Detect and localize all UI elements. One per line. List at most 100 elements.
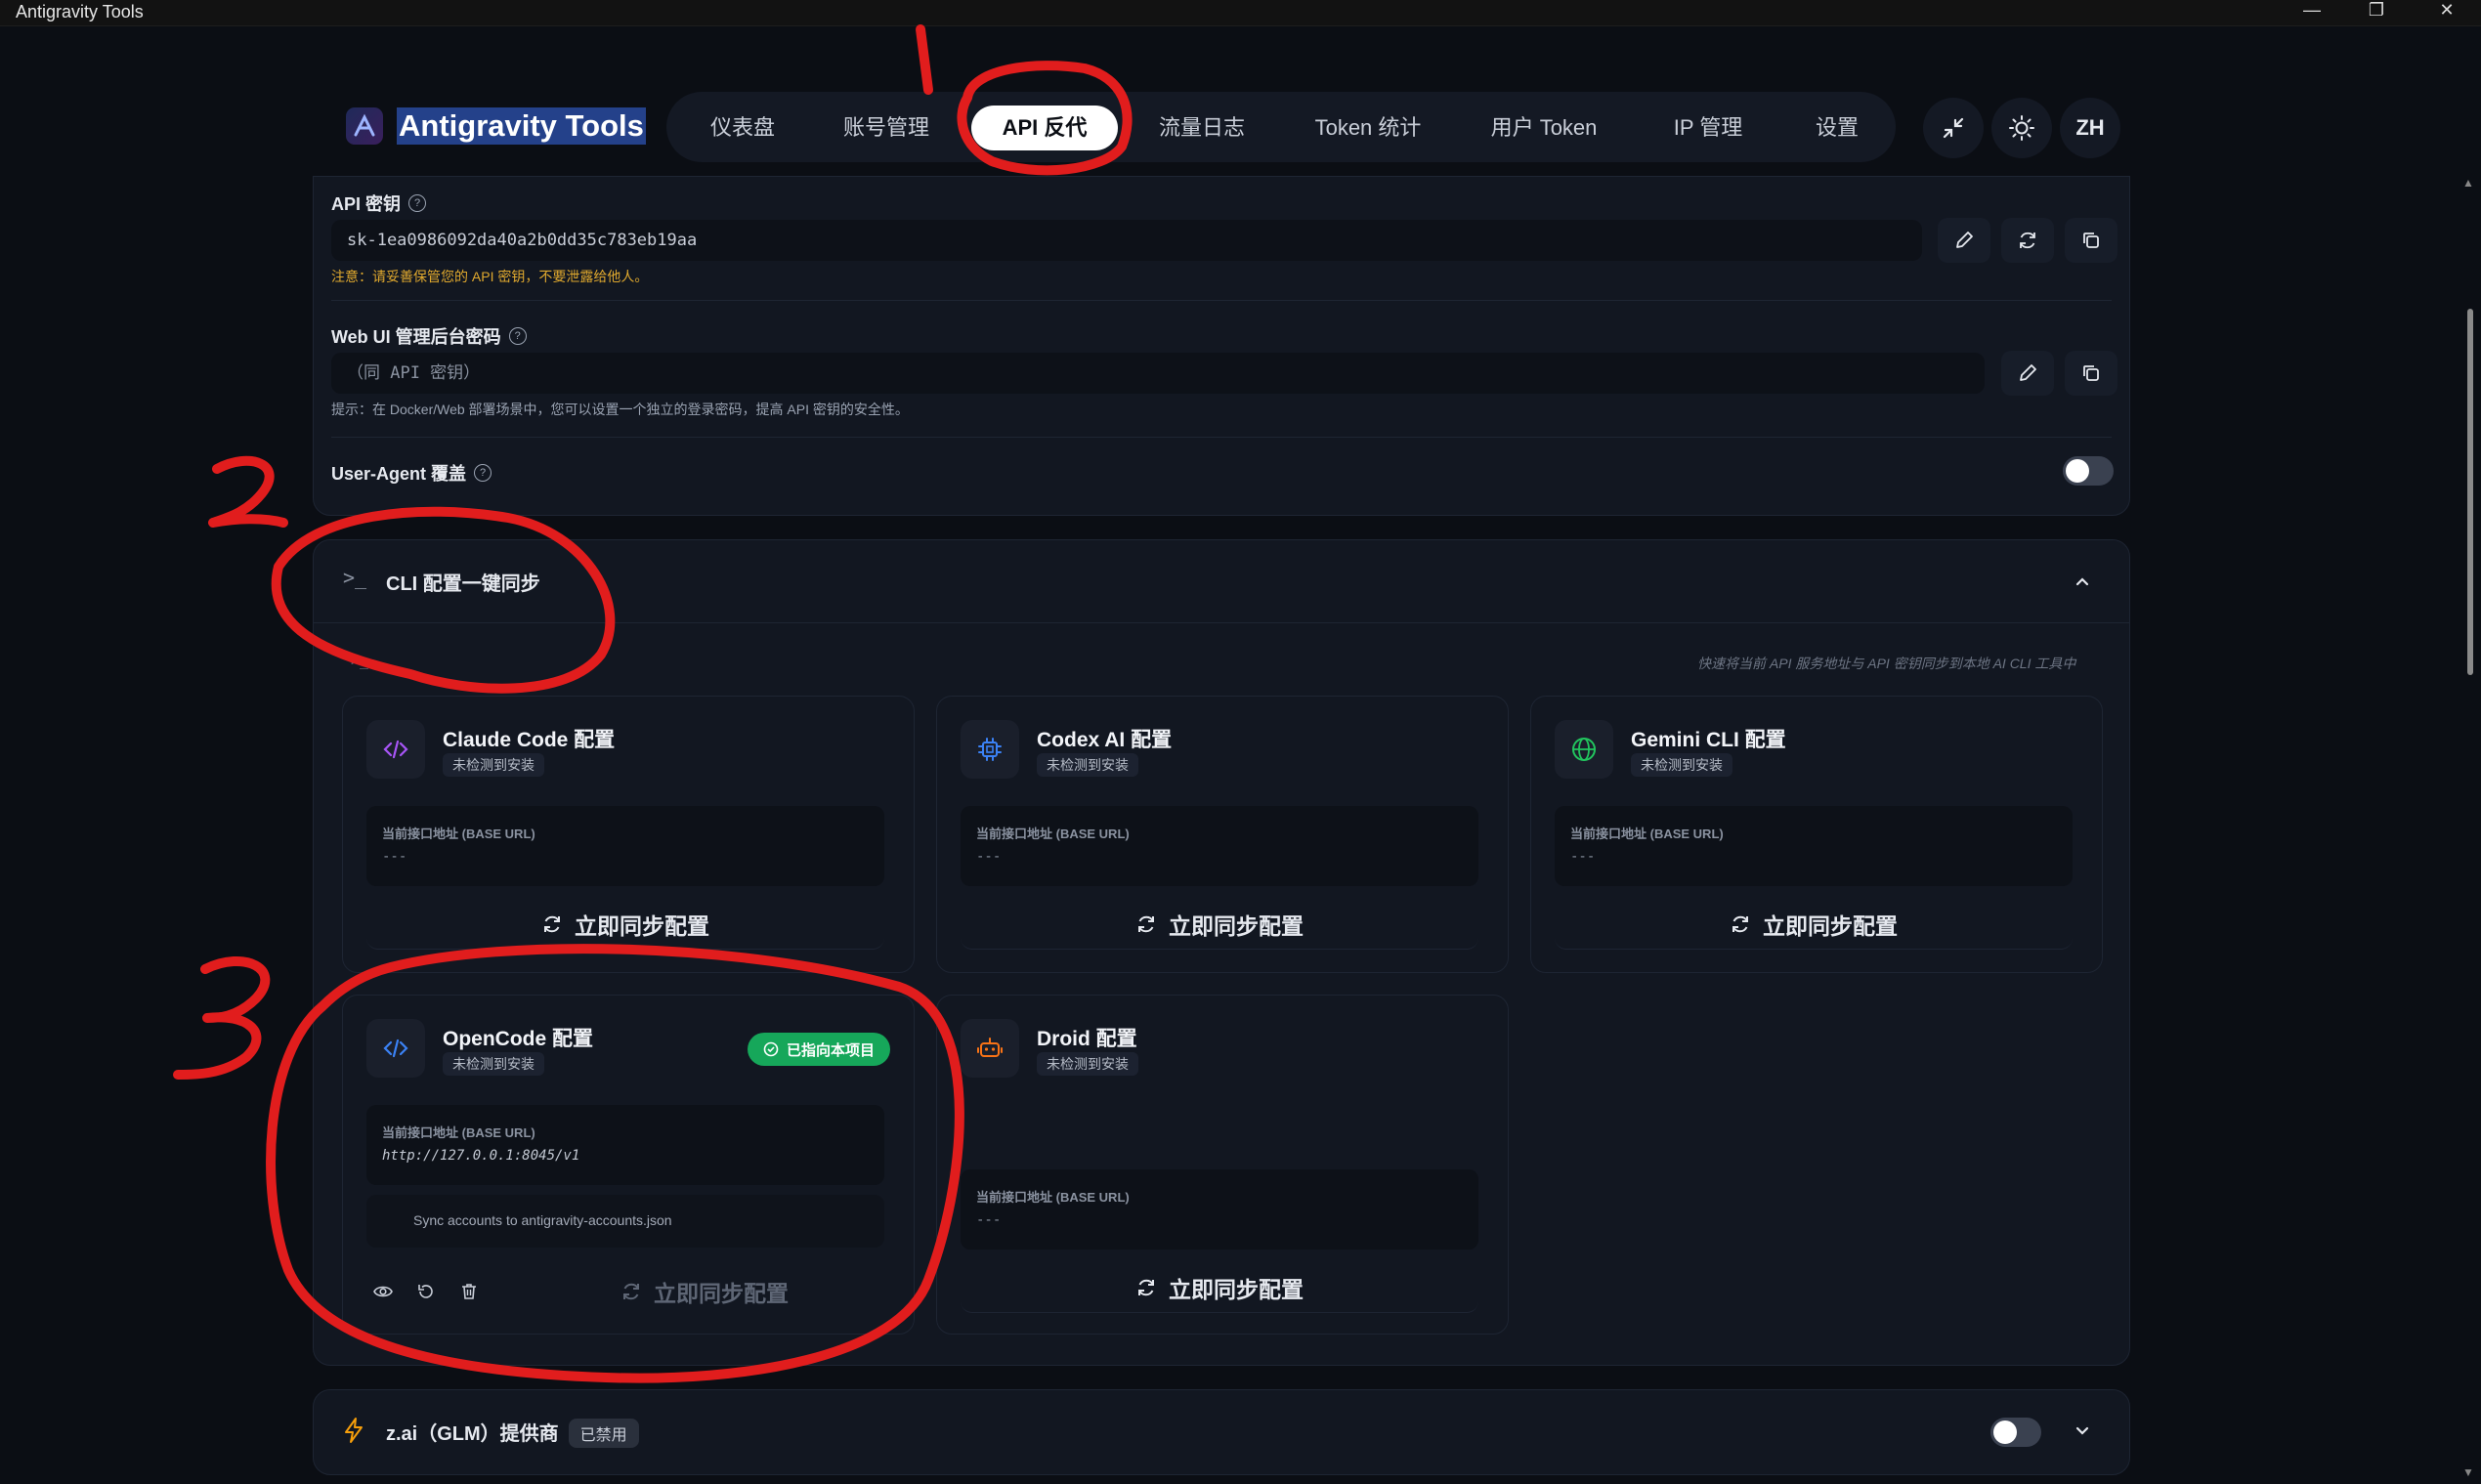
tool-name: Codex AI 配置 [1037,729,1173,751]
opencode-icon [366,1019,425,1078]
base-url-box: 当前接口地址 (BASE URL) --- [961,1169,1478,1250]
sync-accounts-option[interactable]: Sync accounts to antigravity-accounts.js… [366,1195,884,1248]
base-url-box: 当前接口地址 (BASE URL) http://127.0.0.1:8045/… [366,1105,884,1185]
base-url-value: --- [1570,849,1596,865]
main-tabs: 仪表盘 账号管理 API 反代 流量日志 Token 统计 用户 Token I… [666,92,1896,162]
gemini-cli-card: Gemini CLI 配置 未检测到安装 当前接口地址 (BASE URL) -… [1530,696,2103,973]
tab-settings[interactable]: 设置 [1790,106,1884,150]
restore-config-button[interactable] [411,1277,441,1306]
theme-toggle-button[interactable] [1991,98,2052,158]
base-url-value: http://127.0.0.1:8045/v1 [382,1148,580,1164]
refresh-icon [1138,915,1154,933]
refresh-icon [1138,1279,1154,1296]
globe-icon [1572,738,1596,761]
tab-dashboard[interactable]: 仪表盘 [684,106,801,150]
api-key-label-text: API 密钥 [331,194,402,214]
sun-icon [2009,115,2034,141]
tool-name: Claude Code 配置 [443,729,616,751]
install-status-badge: 未检测到安装 [1037,753,1138,777]
refresh-icon [623,1283,639,1300]
trash-icon [462,1284,476,1299]
scroll-up-arrow-icon[interactable]: ▲ [2462,176,2474,190]
webui-password-hint: 提示：在 Docker/Web 部署场景中，您可以设置一个独立的登录密码，提高 … [331,402,909,417]
sync-config-button[interactable]: 立即同步配置 [961,1263,1478,1313]
delete-config-button[interactable] [454,1277,484,1306]
scrollbar-thumb[interactable] [2467,309,2473,675]
brand[interactable]: Antigravity Tools [346,107,646,145]
edit-api-key-button[interactable] [1938,218,1990,263]
window-title: Antigravity Tools [16,2,144,21]
tab-user-token[interactable]: 用户 Token [1462,106,1626,150]
pencil-icon [2020,364,2036,381]
zai-provider-title-text: z.ai（GLM）提供商 [386,1423,559,1445]
linked-project-badge: 已指向本项目 [748,1033,891,1066]
sync-config-button[interactable]: 立即同步配置 [538,1267,871,1316]
refresh-icon [2020,232,2035,249]
tab-api-proxy[interactable]: API 反代 [971,106,1118,150]
scroll-down-arrow-icon[interactable]: ▼ [2462,1465,2474,1479]
help-icon[interactable]: ? [408,194,427,212]
close-window-button[interactable]: ✕ [2417,0,2476,21]
view-config-button[interactable] [368,1277,398,1306]
user-agent-label: User-Agent 覆盖 ? [331,460,492,486]
sync-config-label: 立即同步配置 [1763,913,1898,939]
tab-token-stats[interactable]: Token 统计 [1286,106,1450,150]
sync-config-button[interactable]: 立即同步配置 [961,900,1478,950]
code-brackets-icon [383,1039,408,1058]
cli-sync-header[interactable]: >_ CLI 配置一键同步 [314,540,2129,623]
copy-icon [2083,365,2099,381]
tab-ip-management[interactable]: IP 管理 [1638,106,1778,150]
base-url-label: 当前接口地址 (BASE URL) [382,1125,535,1140]
regenerate-api-key-button[interactable] [2001,218,2054,263]
refresh-icon [544,915,560,933]
droid-icon [961,1019,1019,1078]
tab-traffic-logs[interactable]: 流量日志 [1130,106,1274,150]
webui-password-label-text: Web UI 管理后台密码 [331,327,501,347]
app-name: Antigravity Tools [397,107,646,145]
sync-config-label: 立即同步配置 [1169,1277,1304,1302]
edit-webui-password-button[interactable] [2001,351,2054,396]
collapse-button[interactable] [1923,98,1984,158]
webui-password-field[interactable]: （同 API 密钥） [331,353,1985,394]
webui-password-label: Web UI 管理后台密码 ? [331,323,527,349]
zai-provider-title: z.ai（GLM）提供商 已禁用 [386,1418,639,1448]
undo-icon [418,1285,433,1298]
base-url-box: 当前接口地址 (BASE URL) --- [1555,806,2073,886]
check-circle-icon [763,1041,779,1057]
sync-config-button[interactable]: 立即同步配置 [366,900,884,950]
divider [331,437,2112,438]
tool-name: Droid 配置 [1037,1028,1137,1050]
window-titlebar: Antigravity Tools — ❐ ✕ [0,0,2481,26]
zai-provider-card[interactable]: z.ai（GLM）提供商 已禁用 [313,1389,2130,1475]
tab-accounts[interactable]: 账号管理 [813,106,960,150]
sync-config-button[interactable]: 立即同步配置 [1555,900,2073,950]
install-status-badge: 未检测到安装 [1037,1052,1138,1076]
copy-webui-password-button[interactable] [2065,351,2117,396]
base-url-label: 当前接口地址 (BASE URL) [382,827,535,841]
help-icon[interactable]: ? [508,327,527,345]
annotation-mark-3 [173,956,271,1080]
zai-provider-toggle[interactable] [1990,1418,2041,1447]
codex-ai-card: Codex AI 配置 未检测到安装 当前接口地址 (BASE URL) ---… [936,696,1509,973]
chevron-up-icon[interactable] [2073,572,2092,591]
user-agent-toggle[interactable] [2063,456,2114,486]
api-key-field[interactable]: sk-1ea0986092da40a2b0dd35c783eb19aa [331,220,1922,261]
install-status-badge: 未检测到安装 [443,753,544,777]
restore-button[interactable]: ❐ [2347,0,2406,21]
app-logo-icon [346,107,383,145]
claude-code-card: Claude Code 配置 未检测到安装 当前接口地址 (BASE URL) … [342,696,915,973]
copy-icon [2083,233,2099,248]
api-key-warning: 注意：请妥善保管您的 API 密钥，不要泄露给他人。 [331,269,649,284]
sync-accounts-label: Sync accounts to antigravity-accounts.js… [413,1212,672,1228]
page-scrollbar[interactable]: ▲ ▼ [2462,176,2476,1484]
chevron-down-icon[interactable] [2073,1421,2092,1441]
eye-icon [373,1286,393,1297]
minimize-button[interactable]: — [2283,0,2341,21]
annotation-mark-1 [916,24,933,95]
base-url-box: 当前接口地址 (BASE URL) --- [961,806,1478,886]
help-icon[interactable]: ? [474,464,492,482]
language-button[interactable]: ZH [2060,98,2120,158]
lightning-icon [345,1418,363,1443]
api-settings-card: API 密钥 ? sk-1ea0986092da40a2b0dd35c783eb… [313,176,2130,516]
copy-api-key-button[interactable] [2065,218,2117,263]
